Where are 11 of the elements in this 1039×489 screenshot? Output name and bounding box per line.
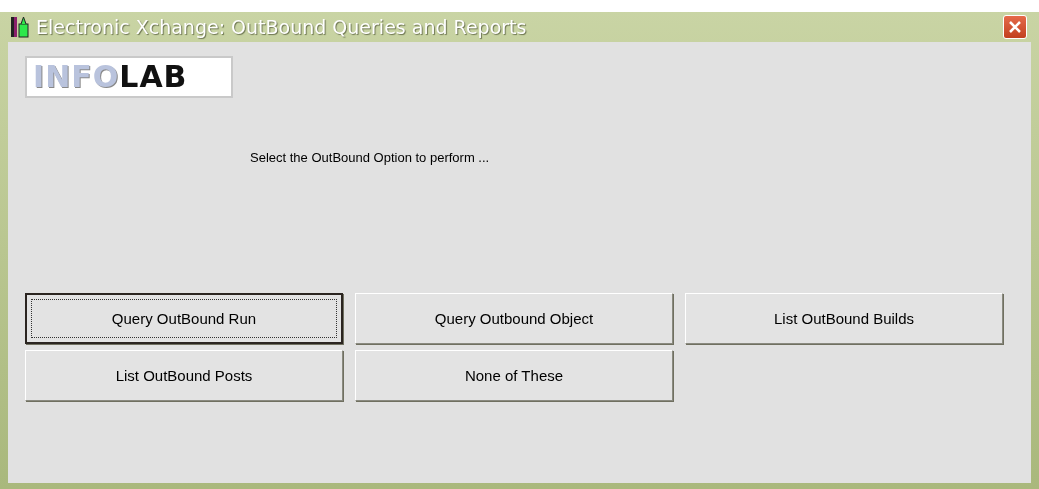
app-icon — [10, 16, 30, 38]
window-title: Electronic Xchange: OutBound Queries and Reports — [36, 16, 528, 38]
option-button[interactable]: List OutBound Builds — [685, 293, 1003, 344]
logo: INFOLAB — [25, 56, 233, 98]
close-button[interactable] — [1003, 15, 1027, 39]
option-button[interactable]: None of These — [355, 350, 673, 401]
option-button[interactable]: Query OutBound Run — [25, 293, 343, 344]
close-icon — [1007, 19, 1023, 35]
option-button[interactable]: Query Outbound Object — [355, 293, 673, 344]
option-button[interactable]: List OutBound Posts — [25, 350, 343, 401]
instruction-text: Select the OutBound Option to perform ... — [250, 150, 490, 165]
